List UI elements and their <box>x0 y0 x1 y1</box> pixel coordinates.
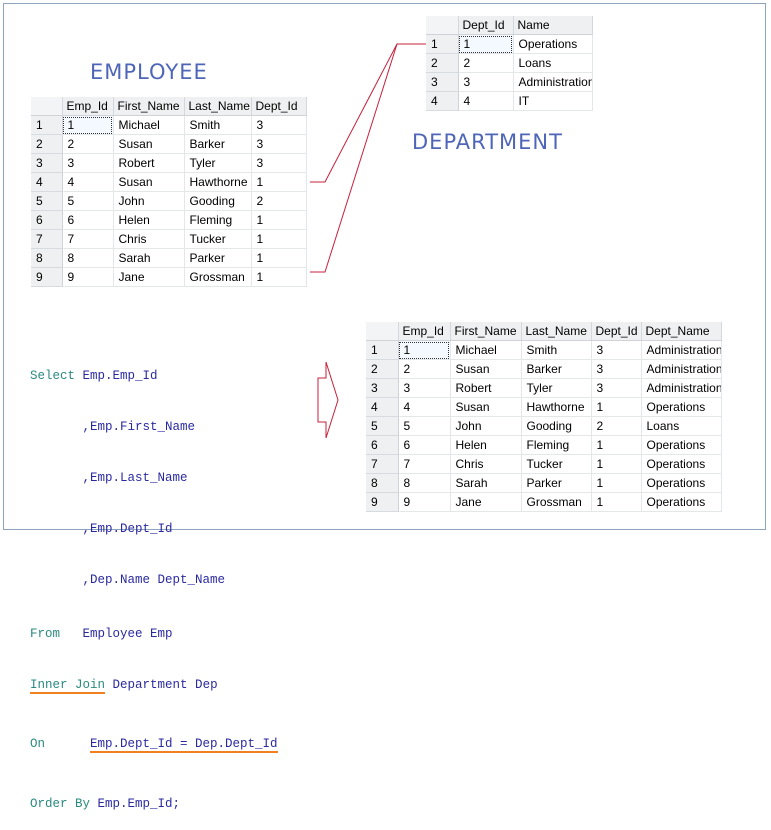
sql-inner-keyword: Inner <box>30 678 68 692</box>
sql-join-condition: Emp.Dept_Id = Dep.Dept_Id <box>90 737 278 753</box>
connector-overlay <box>310 43 426 439</box>
connector-line-bottom <box>310 43 398 273</box>
sql-order-keyword: Order <box>30 797 68 811</box>
sql-join-table: Department Dep <box>105 678 218 692</box>
sql-order-column: Emp.Emp_Id; <box>90 797 181 811</box>
sql-on-line: On Emp.Dept_Id = Dep.Dept_Id <box>30 736 278 753</box>
result-arrow <box>317 361 339 439</box>
sql-from-table: Employee Emp <box>60 627 173 641</box>
sql-order-line: Order By Emp.Emp_Id; <box>30 796 278 813</box>
connector-line-top <box>310 43 426 183</box>
sql-join-keyword: Join <box>75 678 106 692</box>
sql-from-line: From Employee Emp <box>30 626 278 643</box>
sql-from-keyword: From <box>30 627 61 641</box>
sql-join-line: Inner Join Department Dep <box>30 677 278 694</box>
sql-on-keyword: On <box>30 737 46 751</box>
sql-by-keyword: By <box>75 797 91 811</box>
sql-column-line: ,Dep.Name Dept_Name <box>30 573 226 587</box>
